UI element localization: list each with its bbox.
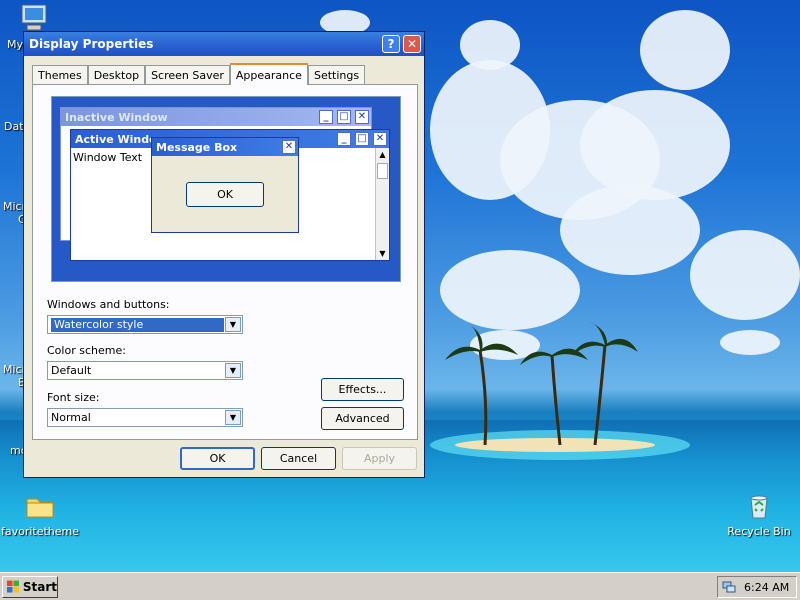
window-text: Window Text: [73, 151, 143, 164]
advanced-button[interactable]: Advanced: [321, 407, 404, 430]
dialog-title: Display Properties: [29, 37, 154, 51]
close-icon: ✕: [406, 37, 418, 51]
tab-desktop[interactable]: Desktop: [87, 65, 146, 84]
inactive-window-titlebar: Inactive Window _ □ ✕: [61, 108, 371, 126]
preview-scrollbar: ▲ ▼: [375, 148, 389, 260]
cloud: [460, 20, 520, 70]
close-icon: ✕: [373, 132, 387, 146]
appearance-preview: Inactive Window _ □ ✕ Active Window _ □ …: [51, 96, 401, 282]
desktop-label-dat: Dat: [4, 120, 24, 133]
network-icon[interactable]: [722, 580, 736, 594]
preview-ok-button: OK: [186, 182, 264, 207]
chevron-down-icon: ▼: [225, 410, 241, 425]
close-button[interactable]: ✕: [403, 35, 421, 53]
maximize-icon: □: [355, 132, 369, 146]
minimize-icon: _: [319, 110, 333, 124]
desktop-icon-recycle-bin[interactable]: Recycle Bin: [719, 490, 799, 538]
message-box-title: Message Box: [156, 140, 238, 154]
windows-buttons-label: Windows and buttons:: [47, 298, 170, 311]
maximize-icon: □: [337, 110, 351, 124]
clock[interactable]: 6:24 AM: [744, 581, 789, 594]
desktop-label-my: My: [7, 38, 24, 51]
taskbar: Start 6:24 AM: [0, 572, 800, 600]
cloud: [640, 10, 730, 90]
start-button[interactable]: Start: [2, 576, 58, 598]
tab-appearance[interactable]: Appearance: [229, 63, 308, 85]
close-icon: ✕: [282, 140, 296, 154]
computer-icon: [21, 4, 47, 31]
minimize-icon: _: [337, 132, 351, 146]
windows-buttons-value: Watercolor style: [51, 317, 224, 332]
desktop-icon-label: favoritetheme: [0, 525, 80, 538]
chevron-down-icon: ▼: [225, 363, 241, 378]
folder-icon: [26, 498, 54, 518]
message-box-titlebar: Message Box ✕: [152, 138, 298, 156]
scroll-down-icon: ▼: [379, 249, 386, 258]
font-size-value: Normal: [51, 411, 91, 424]
color-scheme-value: Default: [51, 364, 92, 377]
desktop-icon-label: Recycle Bin: [727, 525, 791, 538]
color-scheme-select[interactable]: Default ▼: [47, 361, 243, 380]
recycle-bin-icon: [750, 495, 768, 519]
color-scheme-label: Color scheme:: [47, 344, 126, 357]
effects-button[interactable]: Effects...: [321, 378, 404, 401]
font-size-label: Font size:: [47, 391, 100, 404]
font-size-select[interactable]: Normal ▼: [47, 408, 243, 427]
help-icon: ?: [387, 37, 395, 51]
start-label: Start: [22, 580, 57, 594]
cancel-button[interactable]: Cancel: [261, 447, 336, 470]
display-properties-dialog: Display Properties ? ✕ Themes Desktop Sc…: [23, 31, 425, 478]
appearance-panel: Inactive Window _ □ ✕ Active Window _ □ …: [32, 84, 418, 440]
tab-screen-saver[interactable]: Screen Saver: [145, 65, 230, 84]
chevron-down-icon: ▼: [225, 317, 241, 332]
cloud: [560, 185, 700, 275]
desktop-icon-favoritetheme[interactable]: favoritetheme: [0, 490, 80, 538]
cloud: [440, 250, 580, 330]
dialog-titlebar[interactable]: Display Properties ? ✕: [24, 32, 424, 56]
preview-active-window: Active Window _ □ ✕ Window Text ▲ ▼ Mess…: [70, 129, 390, 261]
tab-strip: Themes Desktop Screen Saver Appearance S…: [32, 63, 366, 85]
cloud: [690, 230, 800, 320]
apply-button[interactable]: Apply: [342, 447, 417, 470]
desktop-icon-my-computer[interactable]: [18, 2, 50, 34]
tab-themes[interactable]: Themes: [32, 65, 88, 84]
cloud: [580, 90, 730, 200]
ok-button[interactable]: OK: [180, 447, 255, 470]
scroll-thumb: [377, 163, 388, 179]
windows-buttons-select[interactable]: Watercolor style ▼: [47, 315, 243, 334]
close-icon: ✕: [355, 110, 369, 124]
inactive-window-title: Inactive Window: [65, 110, 168, 124]
preview-message-box: Message Box ✕ OK: [151, 137, 299, 233]
palm-trees: [445, 322, 638, 446]
windows-logo-icon: [7, 580, 19, 593]
tab-settings[interactable]: Settings: [307, 65, 366, 84]
cloud: [720, 330, 780, 355]
scroll-up-icon: ▲: [379, 150, 386, 159]
help-button[interactable]: ?: [382, 35, 400, 53]
system-tray: 6:24 AM: [717, 576, 797, 598]
